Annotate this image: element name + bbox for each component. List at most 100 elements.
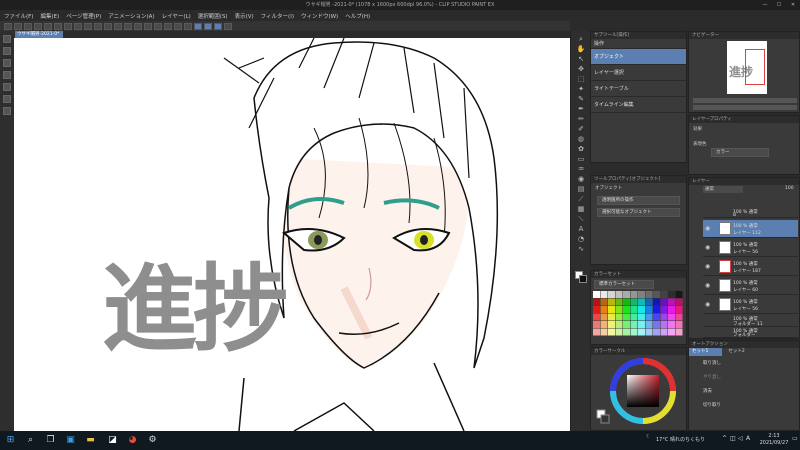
color-swatch[interactable] <box>623 328 630 336</box>
color-swatch[interactable] <box>623 321 630 328</box>
layer-row[interactable]: ◉ 100 % 通常 レイヤー 187 <box>703 258 798 276</box>
color-swatch[interactable] <box>638 321 645 328</box>
ime-indicator[interactable]: A <box>746 435 750 442</box>
color-swatch[interactable] <box>615 298 623 306</box>
sub-color-swatch[interactable] <box>579 275 587 283</box>
layer-row[interactable]: 100 % 通常 B <box>703 208 798 218</box>
color-swatch[interactable] <box>623 298 630 306</box>
subtool-item[interactable]: タイムライン編集 <box>591 97 686 113</box>
menu-help[interactable]: ヘルプ(H) <box>345 12 370 20</box>
eye-icon[interactable]: ◉ <box>705 226 713 232</box>
color-swatch[interactable] <box>645 291 653 298</box>
expression-color-select[interactable]: カラー <box>711 148 769 157</box>
color-swatch[interactable] <box>600 328 608 336</box>
settings-icon[interactable]: ⚙ <box>146 434 159 447</box>
text-tool-icon[interactable]: A <box>576 225 586 233</box>
snap-on-button[interactable] <box>184 22 192 30</box>
layer-row[interactable]: ◉ 100 % 通常 レイヤー 60 <box>703 277 798 295</box>
ruler-tool-icon[interactable]: ⟍ <box>576 215 586 223</box>
snap-vanish-button[interactable] <box>194 22 202 30</box>
color-swatch[interactable] <box>660 313 668 321</box>
correct-line-tool-icon[interactable]: ∿ <box>576 245 586 253</box>
color-swatch[interactable] <box>668 313 675 321</box>
eye-icon[interactable]: ◉ <box>705 283 713 289</box>
layer-row-selected[interactable]: ◉ 100 % 通常 レイヤー 112 <box>703 220 798 238</box>
color-swatch[interactable] <box>600 321 608 328</box>
snap-special-button[interactable] <box>164 22 172 30</box>
color-swatch[interactable] <box>675 321 683 328</box>
gradient-tool-icon[interactable]: ▤ <box>576 185 586 193</box>
color-swatch[interactable] <box>660 328 668 336</box>
save-button[interactable] <box>24 22 32 30</box>
pen-tool-icon[interactable]: ✒ <box>576 105 586 113</box>
material-icon-2[interactable] <box>3 47 11 55</box>
color-swatch[interactable] <box>638 306 645 313</box>
action-item[interactable]: 切り取り <box>689 398 799 412</box>
color-swatch[interactable] <box>608 306 615 313</box>
operation-tool-icon[interactable]: ↖ <box>576 55 586 63</box>
maximize-button[interactable]: ☐ <box>772 0 786 10</box>
color-swatch[interactable] <box>675 313 683 321</box>
snap-button[interactable] <box>174 22 182 30</box>
eyedropper-tool-icon[interactable]: ✎ <box>576 95 586 103</box>
clear-button[interactable] <box>54 22 62 30</box>
color-swatch[interactable] <box>615 321 623 328</box>
rotate-slider[interactable] <box>693 105 797 110</box>
open-button[interactable] <box>14 22 22 30</box>
color-swatch[interactable] <box>593 321 600 328</box>
subtool-item[interactable]: レイヤー選択 <box>591 65 686 81</box>
decoration-tool-icon[interactable]: ✿ <box>576 145 586 153</box>
brush-tool-icon[interactable]: ✐ <box>576 125 586 133</box>
color-swatch[interactable] <box>653 321 660 328</box>
color-swatch[interactable] <box>615 313 623 321</box>
material-icon-4[interactable] <box>3 71 11 79</box>
layer-row[interactable]: ◉ 100 % 通常 レイヤー 56 <box>703 239 798 257</box>
color-swatch[interactable] <box>630 298 638 306</box>
color-swatch[interactable] <box>608 321 615 328</box>
tray-chevron-icon[interactable]: ^ <box>722 435 727 442</box>
color-swatch[interactable] <box>645 298 653 306</box>
color-swatch[interactable] <box>600 313 608 321</box>
transform-button[interactable] <box>64 22 72 30</box>
invert-button[interactable] <box>84 22 92 30</box>
hand-tool-icon[interactable]: ✋ <box>576 45 586 53</box>
color-swatch[interactable] <box>675 298 683 306</box>
color-swatch[interactable] <box>668 306 675 313</box>
color-swatch[interactable] <box>645 306 653 313</box>
eye-icon[interactable]: ◉ <box>705 264 713 270</box>
action-item[interactable]: 消去 <box>689 384 799 398</box>
balloon-tool-icon[interactable]: ◔ <box>576 235 586 243</box>
pencil-tool-icon[interactable]: ✏ <box>576 115 586 123</box>
color-swatch[interactable] <box>608 328 615 336</box>
blend-tool-icon[interactable]: ♒ <box>576 165 586 173</box>
chrome-icon[interactable]: ◕ <box>126 434 139 447</box>
auto-select-tool-icon[interactable]: ✦ <box>576 85 586 93</box>
eye-icon[interactable]: ◉ <box>705 245 713 251</box>
menu-window[interactable]: ウィンドウ(W) <box>301 12 338 20</box>
layer-row[interactable]: ◉ 100 % 通常 レイヤー 56 <box>703 296 798 314</box>
menu-view[interactable]: 表示(V) <box>235 12 254 20</box>
color-wheel[interactable] <box>591 355 688 431</box>
subtool-item[interactable]: ライトテーブル <box>591 81 686 97</box>
snap-grid-button[interactable] <box>154 22 162 30</box>
color-swatch[interactable] <box>593 313 600 321</box>
color-swatch[interactable] <box>660 298 668 306</box>
tab-set1[interactable]: セット1 <box>689 348 723 356</box>
color-swatch[interactable] <box>630 328 638 336</box>
material-icon-5[interactable] <box>3 83 11 91</box>
color-swatch[interactable] <box>660 321 668 328</box>
color-swatch[interactable] <box>668 328 675 336</box>
color-swatch[interactable] <box>593 328 600 336</box>
color-swatch[interactable] <box>623 313 630 321</box>
color-swatch[interactable] <box>623 291 630 298</box>
opacity-value[interactable]: 100 <box>785 186 794 191</box>
canvas-paper[interactable]: 進捗 <box>14 38 570 431</box>
minimize-button[interactable]: — <box>758 0 772 10</box>
menu-layer[interactable]: レイヤー(L) <box>162 12 191 20</box>
color-swatch-grid[interactable] <box>593 291 685 339</box>
airbrush-tool-icon[interactable]: ◍ <box>576 135 586 143</box>
new-file-button[interactable] <box>4 22 12 30</box>
frame-tool-icon[interactable]: ▦ <box>576 205 586 213</box>
snap-frame-button[interactable] <box>214 22 222 30</box>
action-item[interactable]: 取り消し <box>689 356 799 370</box>
